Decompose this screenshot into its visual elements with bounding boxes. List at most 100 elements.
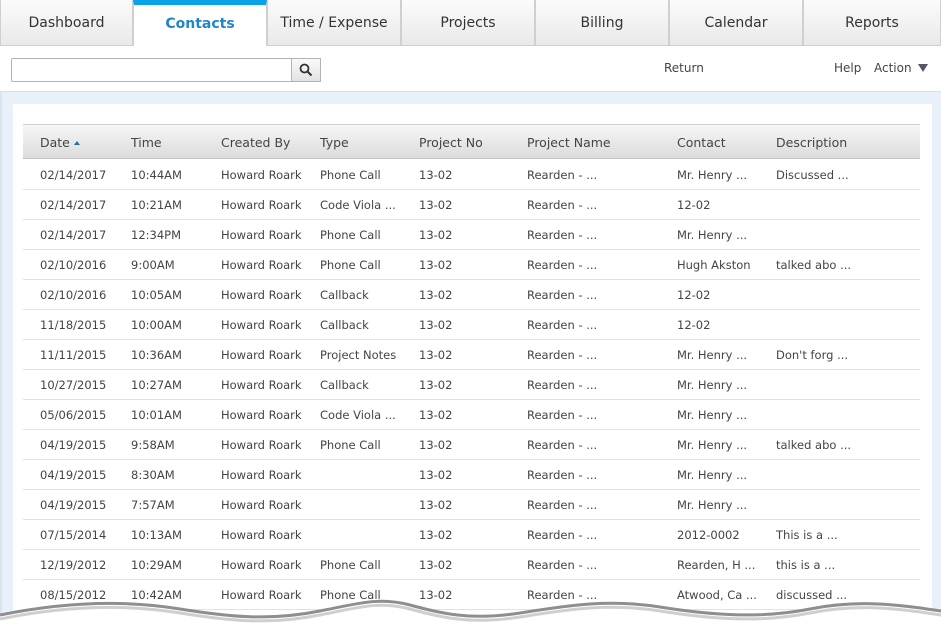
tab-projects[interactable]: Projects [401, 0, 535, 46]
cell-created-by: Howard Roark [221, 258, 302, 272]
cell-project-no: 13-02 [419, 468, 453, 482]
cell-created-by: Howard Roark [221, 438, 302, 452]
cell-description: Don't forg ... [776, 348, 849, 362]
cell-type: Phone Call [320, 168, 381, 182]
cell-project-name: Rearden - ... [527, 198, 598, 212]
table-row[interactable]: 10/27/2015 10:27AM Howard Roark Callback 13-… [23, 370, 920, 400]
tab-calendar[interactable]: Calendar [669, 0, 803, 46]
cell-project-no: 13-02 [419, 288, 453, 302]
column-header-time[interactable]: Time [131, 135, 162, 150]
cell-created-by: Howard Roark [221, 288, 302, 302]
cell-project-no: 13-02 [419, 378, 453, 392]
tab-billing[interactable]: Billing [535, 0, 669, 46]
cell-project-name: Rearden - ... [527, 318, 598, 332]
table-header: Date Time Created By Type Project No Pro… [23, 124, 920, 159]
tab-dashboard[interactable]: Dashboard [0, 0, 133, 46]
cell-project-name: Rearden - ... [527, 228, 598, 242]
cell-created-by: Howard Roark [221, 498, 302, 512]
table-row[interactable]: 02/10/2016 10:05AM Howard Roark Callback 13-… [23, 280, 920, 310]
cell-project-name: Rearden - ... [527, 558, 598, 572]
cell-project-name: Rearden - ... [527, 348, 598, 362]
column-header-type[interactable]: Type [320, 135, 349, 150]
tab-time-expense[interactable]: Time / Expense [267, 0, 401, 46]
cell-contact: Mr. Henry ... [677, 498, 748, 512]
cell-project-name: Rearden - ... [527, 498, 598, 512]
search-button[interactable] [291, 58, 321, 82]
column-header-date[interactable]: Date [40, 135, 80, 150]
cell-type: Callback [320, 378, 369, 392]
table-row[interactable]: 02/14/2017 10:44AM Howard Roark Phone Call 1… [23, 160, 920, 190]
tab-contacts[interactable]: Contacts [133, 0, 267, 47]
cell-time: 10:21AM [131, 198, 182, 212]
table-row[interactable]: 04/19/2015 9:58AM Howard Roark Phone Call 13… [23, 430, 920, 460]
cell-time: 8:30AM [131, 468, 175, 482]
cell-description: Discussed ... [776, 168, 849, 182]
column-header-project-name[interactable]: Project Name [527, 135, 611, 150]
contacts-table-panel: Date Time Created By Type Project No Pro… [13, 104, 932, 632]
column-header-project-no[interactable]: Project No [419, 135, 483, 150]
cell-created-by: Howard Roark [221, 408, 302, 422]
table-row[interactable]: 04/19/2015 8:30AM Howard Roark 13-02 Rearden… [23, 460, 920, 490]
table-row[interactable]: 07/15/2014 10:13AM Howard Roark 13-02 Rearde… [23, 520, 920, 550]
content-area: Date Time Created By Type Project No Pro… [0, 92, 941, 632]
cell-type: Phone Call [320, 558, 381, 572]
cell-time: 9:58AM [131, 438, 175, 452]
cell-type: Phone Call [320, 228, 381, 242]
table-row[interactable]: 12/19/2012 10:29AM Howard Roark Phone Call 1… [23, 550, 920, 580]
cell-date: 02/10/2016 [40, 288, 107, 302]
table-row[interactable]: 02/10/2016 9:00AM Howard Roark Phone Call 13… [23, 250, 920, 280]
cell-project-name: Rearden - ... [527, 408, 598, 422]
cell-project-no: 13-02 [419, 408, 453, 422]
cell-date: 04/19/2015 [40, 468, 107, 482]
cell-date: 04/19/2015 [40, 438, 107, 452]
cell-project-no: 13-02 [419, 198, 453, 212]
table-row[interactable]: 02/14/2017 10:21AM Howard Roark Code Viola … [23, 190, 920, 220]
column-header-description[interactable]: Description [776, 135, 847, 150]
column-header-label: Date [40, 135, 70, 150]
cell-project-name: Rearden - ... [527, 168, 598, 182]
cell-contact: 12-02 [677, 198, 711, 212]
table-row[interactable]: 02/14/2017 12:34PM Howard Roark Phone Call 1… [23, 220, 920, 250]
cell-project-no: 13-02 [419, 558, 453, 572]
cell-date: 10/27/2015 [40, 378, 107, 392]
action-label: Action [874, 61, 912, 75]
table-row[interactable]: 11/18/2015 10:00AM Howard Roark Callback 13-… [23, 310, 920, 340]
cell-type: Callback [320, 288, 369, 302]
cell-created-by: Howard Roark [221, 558, 302, 572]
cell-project-no: 13-02 [419, 168, 453, 182]
cell-project-no: 13-02 [419, 528, 453, 542]
cell-contact: Mr. Henry ... [677, 408, 748, 422]
tab-reports[interactable]: Reports [803, 0, 941, 46]
cell-time: 10:05AM [131, 288, 182, 302]
table-row[interactable]: 11/11/2015 10:36AM Howard Roark Project Not… [23, 340, 920, 370]
column-header-contact[interactable]: Contact [677, 135, 726, 150]
table-row[interactable]: 04/19/2015 7:57AM Howard Roark 13-02 Rearden… [23, 490, 920, 520]
return-link[interactable]: Return [664, 61, 704, 75]
cell-project-no: 13-02 [419, 258, 453, 272]
cell-date: 02/10/2016 [40, 258, 107, 272]
cell-project-name: Rearden - ... [527, 378, 598, 392]
cell-time: 10:44AM [131, 168, 182, 182]
cell-time: 10:01AM [131, 408, 182, 422]
cell-created-by: Howard Roark [221, 168, 302, 182]
action-menu[interactable]: Action [874, 61, 928, 75]
cell-project-name: Rearden - ... [527, 258, 598, 272]
search-input[interactable] [11, 58, 292, 82]
cell-contact: Mr. Henry ... [677, 348, 748, 362]
cell-project-no: 13-02 [419, 498, 453, 512]
cell-project-name: Rearden - ... [527, 528, 598, 542]
cell-contact: Mr. Henry ... [677, 468, 748, 482]
cell-time: 10:27AM [131, 378, 182, 392]
help-link[interactable]: Help [834, 61, 861, 75]
cell-project-no: 13-02 [419, 348, 453, 362]
table-row[interactable]: 05/06/2015 10:01AM Howard Roark Code Viola … [23, 400, 920, 430]
cell-created-by: Howard Roark [221, 228, 302, 242]
column-header-created-by[interactable]: Created By [221, 135, 290, 150]
cell-type: Phone Call [320, 258, 381, 272]
cell-contact: 12-02 [677, 318, 711, 332]
cell-contact: Rearden, H ... [677, 558, 756, 572]
cell-contact: 2012-0002 [677, 528, 740, 542]
cell-description: talked abo ... [776, 258, 852, 272]
cell-time: 10:00AM [131, 318, 182, 332]
cell-type: Code Viola ... [320, 198, 396, 212]
